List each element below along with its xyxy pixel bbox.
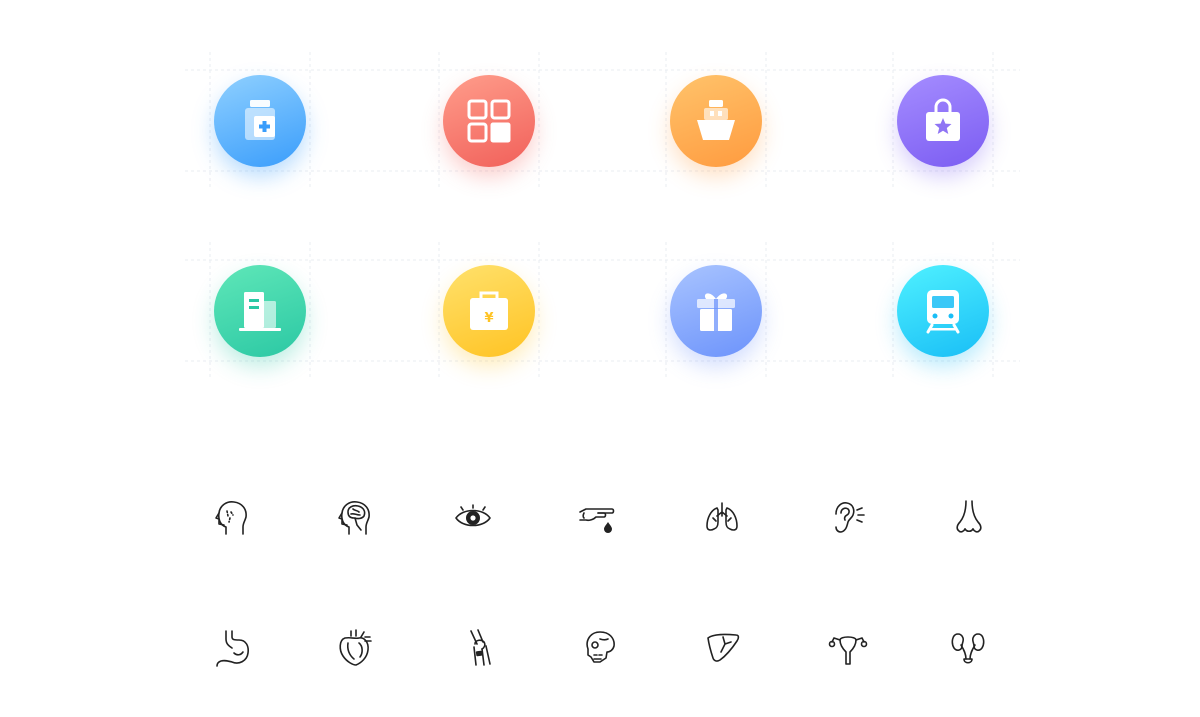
yen-briefcase-icon[interactable]: ¥ bbox=[443, 265, 535, 357]
brain-head-icon[interactable] bbox=[335, 498, 375, 538]
liver-icon[interactable] bbox=[703, 628, 743, 668]
nose-icon[interactable] bbox=[949, 498, 989, 538]
medicine-bottle-icon[interactable] bbox=[214, 75, 306, 167]
shopping-bag-star-icon[interactable] bbox=[897, 75, 989, 167]
yen-symbol: ¥ bbox=[484, 311, 493, 326]
knee-joint-icon[interactable] bbox=[460, 628, 500, 668]
skull-icon[interactable] bbox=[580, 628, 620, 668]
building-icon[interactable] bbox=[214, 265, 306, 357]
eye-icon[interactable] bbox=[453, 498, 493, 538]
head-face-icon[interactable] bbox=[212, 498, 252, 538]
kidneys-icon[interactable] bbox=[948, 628, 988, 668]
uterus-icon[interactable] bbox=[828, 628, 868, 668]
stomach-icon[interactable] bbox=[212, 628, 252, 668]
gift-box-icon[interactable] bbox=[670, 265, 762, 357]
lungs-icon[interactable] bbox=[702, 498, 742, 538]
finger-blood-drop-icon[interactable] bbox=[578, 498, 618, 538]
train-icon[interactable] bbox=[897, 265, 989, 357]
construction-grid bbox=[185, 52, 1020, 380]
ear-icon[interactable] bbox=[828, 498, 868, 538]
ship-icon[interactable] bbox=[670, 75, 762, 167]
heart-icon[interactable] bbox=[335, 628, 375, 668]
app-grid-icon[interactable] bbox=[443, 75, 535, 167]
